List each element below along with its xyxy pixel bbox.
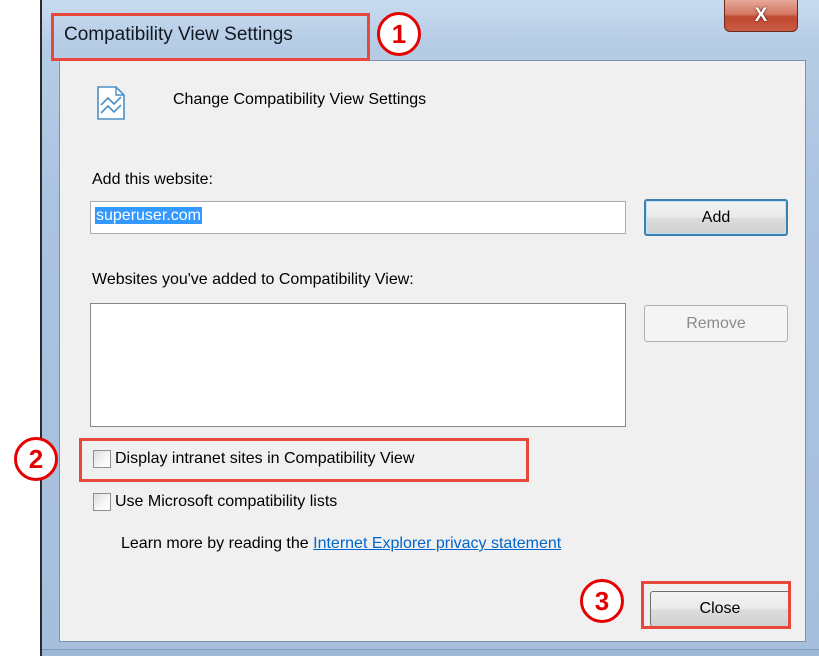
dialog-heading: Change Compatibility View Settings [173,91,427,108]
annotation-box-close [641,581,791,629]
privacy-statement-link[interactable]: Internet Explorer privacy statement [313,535,561,552]
annotation-step-1: 1 [377,12,421,56]
annotation-box-title [51,13,370,61]
add-website-label: Add this website: [92,171,213,188]
window-close-button[interactable]: X [724,0,798,32]
ms-lists-checkbox[interactable] [93,493,111,511]
ms-lists-checkbox-label[interactable]: Use Microsoft compatibility lists [115,493,337,511]
add-website-input-value: superuser.com [95,207,202,224]
compatibility-view-icon [97,86,125,120]
remove-button[interactable]: Remove [644,305,788,342]
dialog-window: Compatibility View Settings X Change Com… [40,0,819,656]
added-websites-label: Websites you've added to Compatibility V… [92,271,414,288]
annotation-step-2: 2 [14,437,58,481]
dialog-body: Change Compatibility View Settings Add t… [59,60,806,642]
annotation-box-intranet [79,438,529,482]
learn-more-text: Learn more by reading the Internet Explo… [121,535,561,553]
annotation-step-3: 3 [580,579,624,623]
learn-more-prefix: Learn more by reading the [121,535,314,552]
added-websites-list[interactable] [90,303,626,427]
ms-lists-checkbox-row[interactable]: Use Microsoft compatibility lists [93,493,337,511]
add-website-input[interactable]: superuser.com [90,201,626,234]
add-button[interactable]: Add [644,199,788,236]
